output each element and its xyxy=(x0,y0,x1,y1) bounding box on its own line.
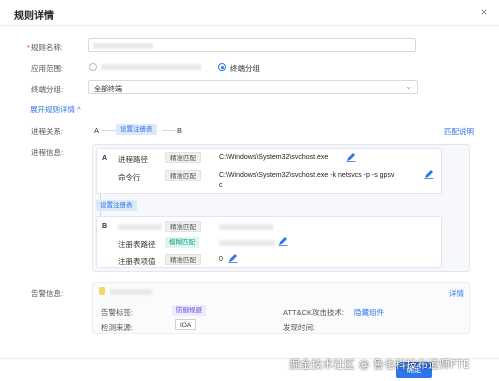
expand-rule-details-link[interactable]: 展开规则详情 ^ xyxy=(30,104,81,115)
group-select-value: 全部终端 xyxy=(94,86,122,93)
alert-tags-label: 告警标签: xyxy=(101,308,134,317)
modal-title: 规则详情 xyxy=(14,11,54,22)
process-b-value-1-blurred xyxy=(219,224,273,230)
chevron-up-icon: ^ xyxy=(77,105,81,114)
modal-header: 规则详情 × xyxy=(0,0,499,26)
group-label: 终端分组: xyxy=(31,85,64,94)
rule-name-input[interactable] xyxy=(88,38,416,52)
scope-option-blurred xyxy=(101,64,201,70)
edit-icon[interactable] xyxy=(278,236,288,246)
process-b-key-1-blurred xyxy=(118,224,162,230)
alert-tag-defense-evasion: 防御规避 xyxy=(172,305,206,316)
process-b-match-1: 精准匹配 xyxy=(165,221,201,232)
process-a-key-2: 命令行 xyxy=(118,173,141,182)
scope-option-group: 终端分组 xyxy=(230,64,260,73)
alert-info-label: 告警信息: xyxy=(31,289,64,298)
alert-detail-link[interactable]: 详情 xyxy=(449,288,464,299)
process-a-value-2-cont: c xyxy=(219,182,223,189)
relation-label: 进程关系: xyxy=(31,127,64,136)
process-b-letter: B xyxy=(102,223,108,230)
scope-radio-group[interactable] xyxy=(218,63,226,71)
alert-level-indicator xyxy=(99,287,105,295)
process-b-match-2: 模糊匹配 xyxy=(165,237,199,248)
process-a-key-1: 进程路径 xyxy=(118,155,148,164)
process-b-value-3: 0 xyxy=(219,256,223,263)
scope-radio-all[interactable] xyxy=(89,63,97,71)
match-description-link[interactable]: 匹配说明 xyxy=(444,126,474,137)
process-b-key-3: 注册表项值 xyxy=(118,257,156,266)
process-a-letter: A xyxy=(102,155,108,162)
connector-tag: 设置注册表 xyxy=(96,200,137,211)
group-select[interactable]: 全部终端 ⌄ xyxy=(88,80,418,94)
attck-value: 隐藏组件 xyxy=(354,308,384,317)
watermark: 掘金技术社区 @ 鲁也科技布道师FTE xyxy=(289,358,470,371)
process-a-value-1: C:\Windows\System32\svchost.exe xyxy=(219,154,329,161)
process-info-label: 进程信息: xyxy=(31,148,64,157)
process-a-match-2: 精准匹配 xyxy=(165,170,201,181)
process-b-value-2-blurred xyxy=(219,240,275,246)
process-b-match-3: 精准匹配 xyxy=(165,254,201,265)
relation-a: A xyxy=(94,126,100,135)
relation-tag: 设置注册表 xyxy=(116,124,157,135)
detection-source-label: 检测来源: xyxy=(101,323,134,332)
process-b-key-2: 注册表路径 xyxy=(118,240,156,249)
process-a-match-1: 精准匹配 xyxy=(165,152,201,163)
edit-icon[interactable] xyxy=(346,152,356,162)
scope-label: 应用范围: xyxy=(31,64,64,73)
chevron-down-icon: ⌄ xyxy=(405,82,412,91)
relation-b: B xyxy=(177,126,183,135)
attck-label: ATT&CK攻击技术: xyxy=(283,308,345,317)
edit-icon[interactable] xyxy=(424,169,434,179)
detection-source-value: IOA xyxy=(175,319,197,330)
alert-name-blurred xyxy=(110,289,152,295)
rule-name-label: *规则名称: xyxy=(27,43,64,52)
edit-icon[interactable] xyxy=(228,253,238,263)
process-a-value-2: C:\Windows\System32\svchost.exe -k netsv… xyxy=(219,172,395,179)
close-icon[interactable]: × xyxy=(477,5,491,19)
discovery-time-label: 发现时间: xyxy=(283,323,316,332)
